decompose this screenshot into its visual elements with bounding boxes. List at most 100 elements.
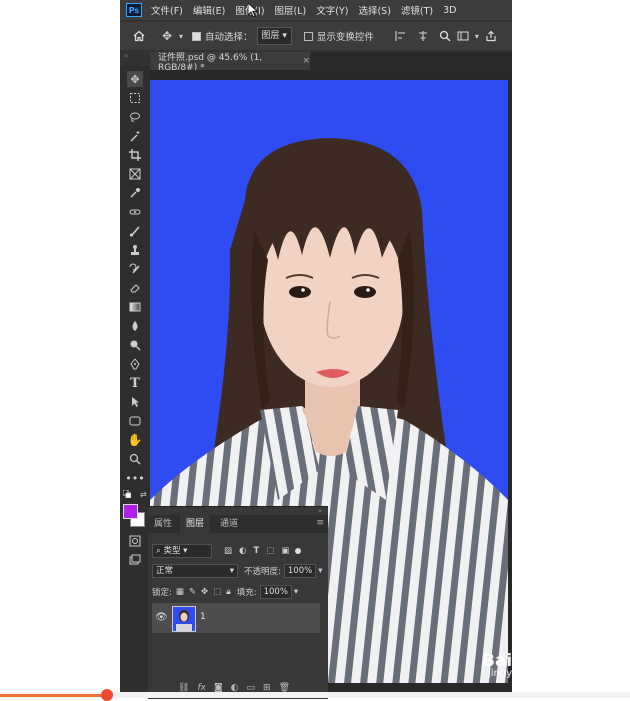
clone-stamp-tool-icon[interactable] [127, 242, 143, 258]
fill-chevron-icon[interactable]: ▾ [294, 587, 298, 597]
menu-type[interactable]: 文字(Y) [316, 3, 348, 17]
blur-tool-icon[interactable] [127, 318, 143, 334]
filter-toggle-icon[interactable] [295, 548, 302, 554]
workspace-chevron-icon[interactable]: ▾ [472, 27, 482, 45]
more-tools-icon[interactable]: ••• [125, 470, 144, 486]
close-tab-icon[interactable]: × [302, 56, 310, 66]
panel-menu-icon[interactable]: ≡ [316, 518, 324, 528]
swap-colors-icon[interactable]: ⇄ [140, 490, 147, 499]
align-center-icon[interactable] [414, 27, 432, 45]
menu-3d[interactable]: 3D [443, 5, 456, 16]
tab-properties[interactable]: 属性 [148, 515, 178, 533]
zoom-tool-icon[interactable] [127, 451, 143, 467]
auto-select-checkbox[interactable] [192, 31, 201, 41]
marquee-tool-icon[interactable] [127, 90, 143, 106]
fill-input[interactable]: 100% [259, 585, 292, 599]
lock-transparent-icon[interactable]: ▦ [176, 587, 184, 597]
move-tool-icon[interactable]: ✥ [127, 71, 143, 87]
video-progress-handle[interactable] [101, 689, 114, 701]
frame-tool-icon[interactable] [127, 166, 143, 182]
hand-tool-icon[interactable]: ✋ [127, 432, 143, 448]
document-tab-bar: 证件照.psd @ 45.6% (1, RGB/8#) * × [150, 52, 512, 73]
type-tool-icon[interactable]: T [127, 375, 143, 391]
align-left-icon[interactable] [392, 27, 410, 45]
layer-name[interactable]: 1 [200, 612, 206, 622]
blend-mode-dropdown[interactable]: 正常 ▾ [152, 564, 238, 578]
options-bar: ✥ ▾ 自动选择： 图层 ▾ 显示变换控件 ▾ [120, 22, 512, 50]
opacity-chevron-icon[interactable]: ▾ [318, 566, 322, 576]
menu-select[interactable]: 选择(S) [358, 3, 390, 17]
home-icon[interactable] [130, 27, 148, 45]
tab-channels[interactable]: 通道 [214, 515, 244, 533]
lock-label: 锁定: [152, 588, 172, 598]
video-progress-fill [0, 694, 108, 697]
menu-edit[interactable]: 编辑(E) [193, 3, 225, 17]
filter-pixel-icon[interactable]: ▨ [224, 546, 232, 556]
mouse-cursor-icon [247, 2, 259, 18]
layer-filter-value: 类型 [163, 546, 181, 556]
layer-filter-row: ⌕ 类型 ▾ ▨ ◐ T ⬚ ▣ [152, 543, 324, 559]
opacity-label: 不透明度: [244, 567, 281, 577]
crop-tool-icon[interactable] [127, 147, 143, 163]
menu-filter[interactable]: 滤镜(T) [401, 3, 433, 17]
lock-artboard-icon[interactable]: ⬚ [213, 587, 221, 597]
fill-label: 填充: [236, 588, 257, 598]
share-icon[interactable] [482, 27, 500, 45]
video-progress-bar[interactable] [0, 689, 630, 701]
tab-layers[interactable]: 图层 [180, 515, 211, 533]
workspace-icon[interactable] [454, 27, 472, 45]
baidu-jingyan-watermark: Bai du 经验 jingyan.baidu.com [482, 630, 630, 694]
panel-tabs: 属性 图层 通道 ≡ [148, 515, 328, 533]
healing-brush-tool-icon[interactable] [127, 204, 143, 220]
move-tool-icon[interactable]: ✥ [158, 27, 176, 45]
panel-collapse-icon[interactable]: » [318, 507, 322, 515]
rectangle-tool-icon[interactable] [127, 413, 143, 429]
show-transform-label: 显示变换控件 [316, 32, 374, 43]
menu-file[interactable]: 文件(F) [151, 3, 183, 17]
pen-tool-icon[interactable] [127, 356, 143, 372]
lock-position-icon[interactable]: ✥ [201, 587, 208, 597]
opacity-input[interactable]: 100% [283, 564, 317, 578]
blend-mode-value: 正常 [156, 566, 174, 576]
filter-adjustment-icon[interactable]: ◐ [239, 546, 246, 556]
lock-all-icon[interactable]: 🔒︎ [226, 587, 231, 597]
panel-collapse-icon[interactable]: » [124, 52, 128, 60]
eye-icon[interactable]: 👁︎ [155, 612, 168, 623]
default-colors-icon[interactable] [122, 489, 132, 499]
lock-fill-row: 锁定: ▦ ✎ ✥ ⬚ 🔒︎ 填充: 100% ▾ [152, 584, 324, 600]
next-slide-button[interactable] [582, 332, 606, 364]
dodge-tool-icon[interactable] [127, 337, 143, 353]
filter-shape-icon[interactable]: ⬚ [266, 546, 274, 556]
auto-select-target-dropdown[interactable]: 图层 ▾ [256, 27, 292, 45]
auto-select-label: 自动选择： [205, 32, 253, 43]
brush-tool-icon[interactable] [127, 223, 143, 239]
show-transform-checkbox[interactable] [303, 31, 313, 41]
menu-layer[interactable]: 图层(L) [275, 3, 307, 17]
lasso-tool-icon[interactable] [127, 109, 143, 125]
menu-bar: Ps 文件(F) 编辑(E) 图像(I) 图层(L) 文字(Y) 选择(S) 滤… [120, 0, 512, 20]
layer-filter-dropdown[interactable]: ⌕ 类型 ▾ [152, 544, 212, 558]
screen-mode-icon[interactable] [127, 552, 143, 568]
quick-mask-icon[interactable] [127, 533, 143, 549]
gradient-tool-icon[interactable] [127, 299, 143, 315]
history-brush-tool-icon[interactable] [127, 261, 143, 277]
watermark-url: jingyan.baidu.com [488, 668, 581, 679]
auto-select-target-value: 图层 [261, 31, 280, 41]
path-selection-tool-icon[interactable] [127, 394, 143, 410]
eraser-tool-icon[interactable] [127, 280, 143, 296]
lock-image-icon[interactable]: ✎ [189, 587, 196, 597]
document-tab[interactable]: 证件照.psd @ 45.6% (1, RGB/8#) * × [150, 52, 310, 73]
chevron-down-icon[interactable]: ▾ [176, 27, 186, 45]
blend-opacity-row: 正常 ▾ 不透明度: 100% ▾ [152, 563, 324, 579]
eyedropper-tool-icon[interactable] [127, 185, 143, 201]
layer-thumbnail [172, 606, 196, 632]
filter-type-icon[interactable]: T [253, 546, 259, 556]
layers-panel: » 属性 图层 通道 ≡ ⌕ 类型 ▾ ▨ ◐ T ⬚ ▣ 正常 ▾ 不透明度: … [148, 506, 328, 699]
magic-wand-tool-icon[interactable] [127, 128, 143, 144]
foreground-color-swatch[interactable] [123, 504, 138, 519]
tools-panel: » ✥ T ✋ ••• ⇄ [120, 52, 150, 698]
layer-row[interactable]: 👁︎ 1 [152, 603, 320, 633]
search-icon[interactable] [436, 27, 454, 45]
filter-smart-object-icon[interactable]: ▣ [281, 546, 289, 556]
photoshop-logo: Ps [126, 3, 142, 17]
